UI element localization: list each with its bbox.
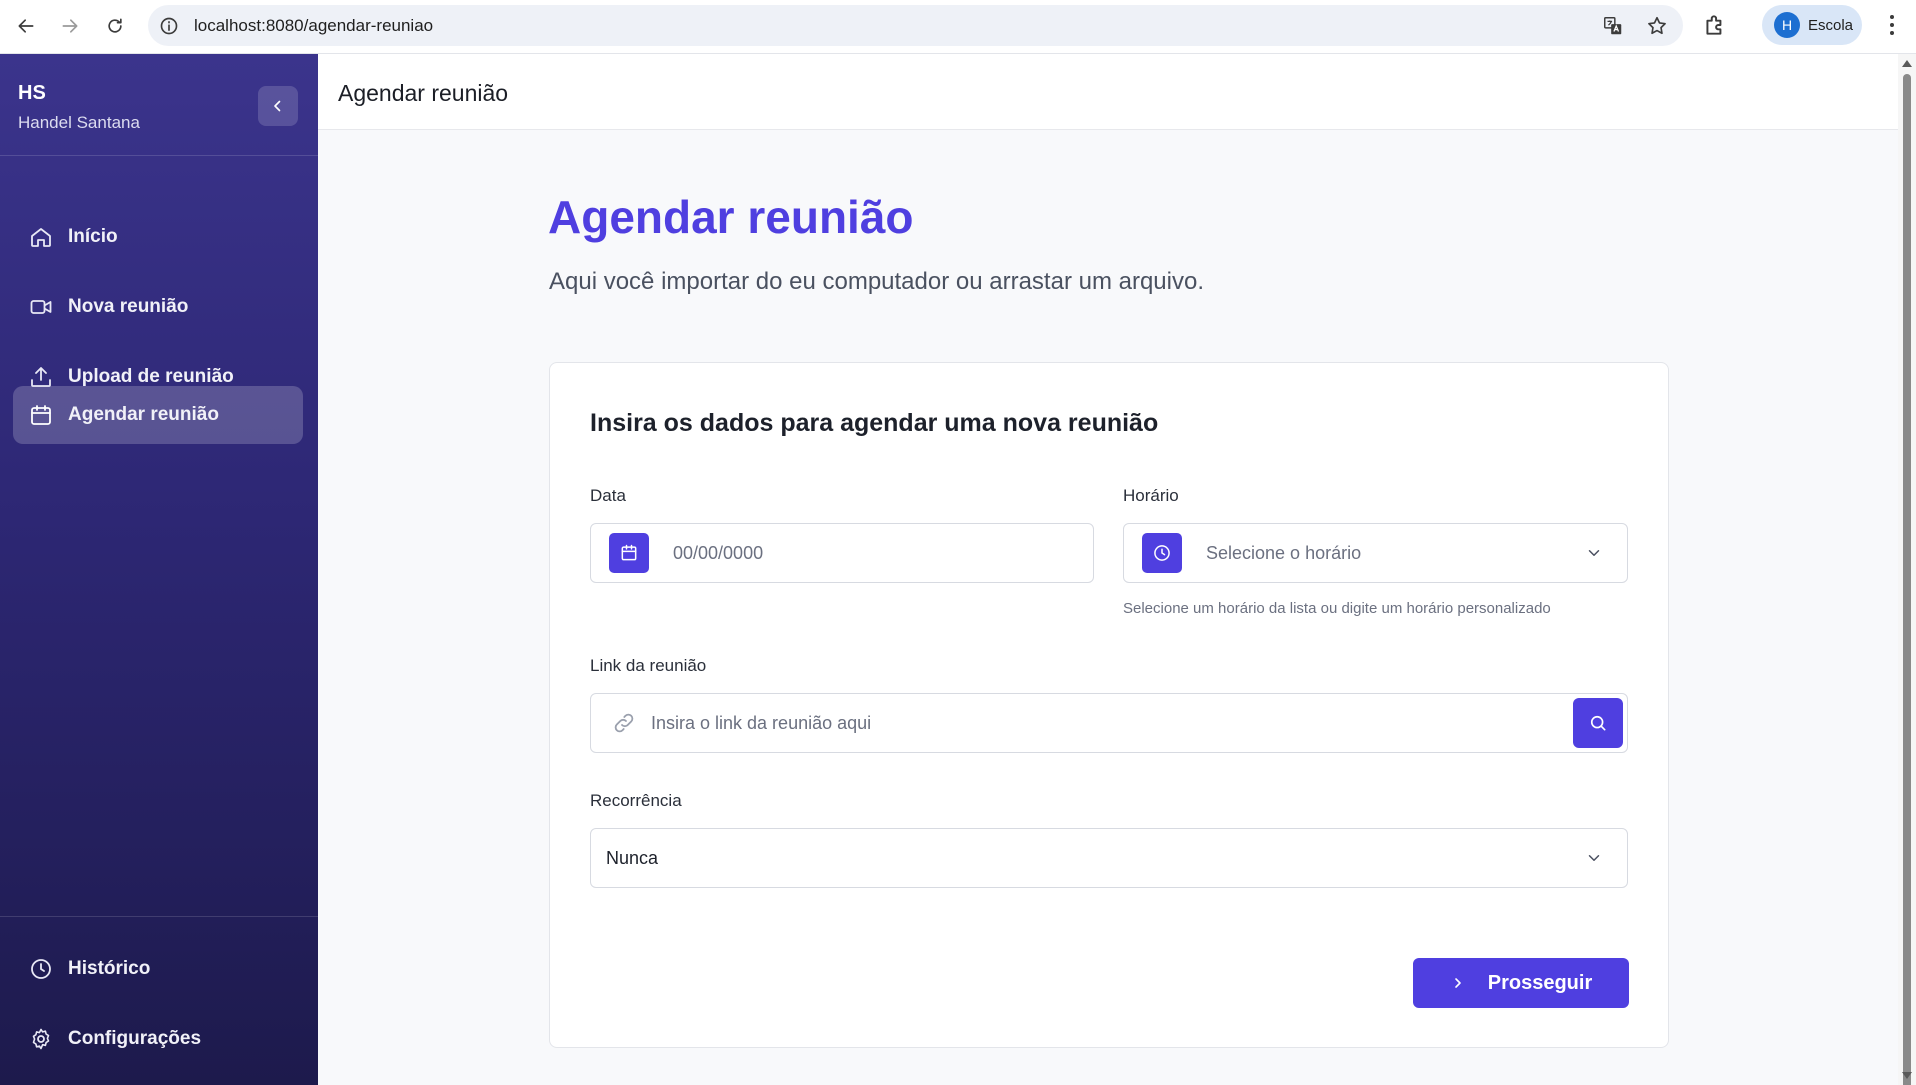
calendar-icon	[28, 402, 54, 428]
arrow-left-icon	[18, 19, 34, 33]
user-initials: HS	[18, 82, 46, 104]
time-hint: Selecione um horário da lista ou digite …	[1123, 600, 1551, 617]
time-input[interactable]: Selecione o horário	[1206, 543, 1361, 564]
app-topbar: Agendar reunião	[318, 54, 1898, 130]
date-label: Data	[590, 486, 626, 505]
clock-icon	[28, 956, 54, 982]
arrow-right-icon	[62, 19, 78, 33]
sidebar-item-label: Agendar reunião	[68, 404, 219, 425]
sidebar-item-label: Início	[68, 226, 118, 247]
sidebar-item-configuracoes[interactable]: Configurações	[13, 1010, 303, 1068]
search-icon	[1590, 715, 1606, 731]
forward-button[interactable]	[52, 8, 88, 44]
proceed-label: Prosseguir	[1487, 971, 1593, 994]
page-scrollbar[interactable]	[1898, 54, 1916, 1085]
recurrence-select[interactable]: Nunca	[590, 828, 1628, 888]
page-title: Agendar reunião	[548, 191, 914, 243]
scroll-down-arrow-icon[interactable]	[1902, 1072, 1912, 1079]
collapse-sidebar-button[interactable]	[258, 86, 298, 126]
sidebar-item-historico[interactable]: Histórico	[13, 940, 303, 998]
recurrence-value[interactable]: Nunca	[606, 848, 658, 869]
address-bar[interactable]: localhost:8080/agendar-reuniao	[148, 5, 1683, 46]
reload-icon	[108, 18, 122, 33]
chevron-down-icon[interactable]	[1585, 544, 1603, 562]
url-text[interactable]: localhost:8080/agendar-reuniao	[194, 16, 433, 36]
back-button[interactable]	[8, 8, 44, 44]
avatar: H	[1774, 12, 1800, 38]
time-select[interactable]: Selecione o horário	[1123, 523, 1628, 583]
sidebar-item-label: Upload de reunião	[68, 366, 234, 387]
link-label: Link da reunião	[590, 656, 707, 675]
sidebar: HS Handel Santana Início Nova reunião Up…	[0, 54, 318, 1085]
date-input[interactable]: 00/00/0000	[673, 543, 763, 564]
link-icon	[611, 710, 637, 736]
scroll-up-arrow-icon[interactable]	[1902, 60, 1912, 67]
translate-icon[interactable]	[1601, 14, 1625, 38]
calendar-icon[interactable]	[609, 533, 649, 573]
chevron-right-icon	[1450, 975, 1466, 991]
more-menu-icon[interactable]	[1880, 12, 1904, 38]
video-icon	[28, 294, 54, 320]
extensions-icon[interactable]	[1702, 12, 1728, 38]
sidebar-item-label: Nova reunião	[68, 296, 189, 317]
sidebar-item-label: Histórico	[68, 958, 151, 979]
sidebar-item-inicio[interactable]: Início	[13, 208, 303, 266]
form-heading: Insira os dados para agendar uma nova re…	[590, 409, 1159, 437]
scrollbar-thumb[interactable]	[1903, 74, 1911, 1085]
recurrence-label: Recorrência	[590, 791, 682, 810]
sidebar-divider	[0, 916, 318, 917]
sidebar-item-label: Configurações	[68, 1028, 202, 1049]
bookmark-star-icon[interactable]	[1645, 14, 1669, 38]
sidebar-item-nova-reuniao[interactable]: Nova reunião	[13, 278, 303, 336]
sidebar-header: HS Handel Santana	[0, 54, 318, 156]
reload-button[interactable]	[97, 8, 133, 44]
schedule-form-card: Insira os dados para agendar uma nova re…	[549, 362, 1669, 1048]
profile-button[interactable]: H Escola	[1762, 5, 1862, 45]
time-label: Horário	[1123, 486, 1179, 505]
chevron-down-icon[interactable]	[1585, 849, 1603, 867]
browser-toolbar: localhost:8080/agendar-reuniao H Escola	[0, 0, 1916, 54]
search-button[interactable]	[1573, 698, 1623, 748]
home-icon	[28, 224, 54, 250]
profile-name: Escola	[1808, 16, 1854, 34]
user-name: Handel Santana	[18, 113, 140, 132]
sidebar-item-agendar[interactable]: Agendar reunião	[13, 386, 303, 444]
gear-icon	[28, 1026, 54, 1052]
link-input[interactable]: Insira o link da reunião aqui	[651, 713, 871, 734]
topbar-title: Agendar reunião	[338, 80, 509, 106]
clock-icon[interactable]	[1142, 533, 1182, 573]
site-info-icon[interactable]	[158, 15, 180, 37]
link-field[interactable]: Insira o link da reunião aqui	[590, 693, 1628, 753]
date-field[interactable]: 00/00/0000	[590, 523, 1094, 583]
proceed-button[interactable]: Prosseguir	[1413, 958, 1629, 1008]
chevron-left-icon	[274, 100, 281, 112]
page-subtitle: Aqui você importar do eu computador ou a…	[549, 268, 1204, 295]
